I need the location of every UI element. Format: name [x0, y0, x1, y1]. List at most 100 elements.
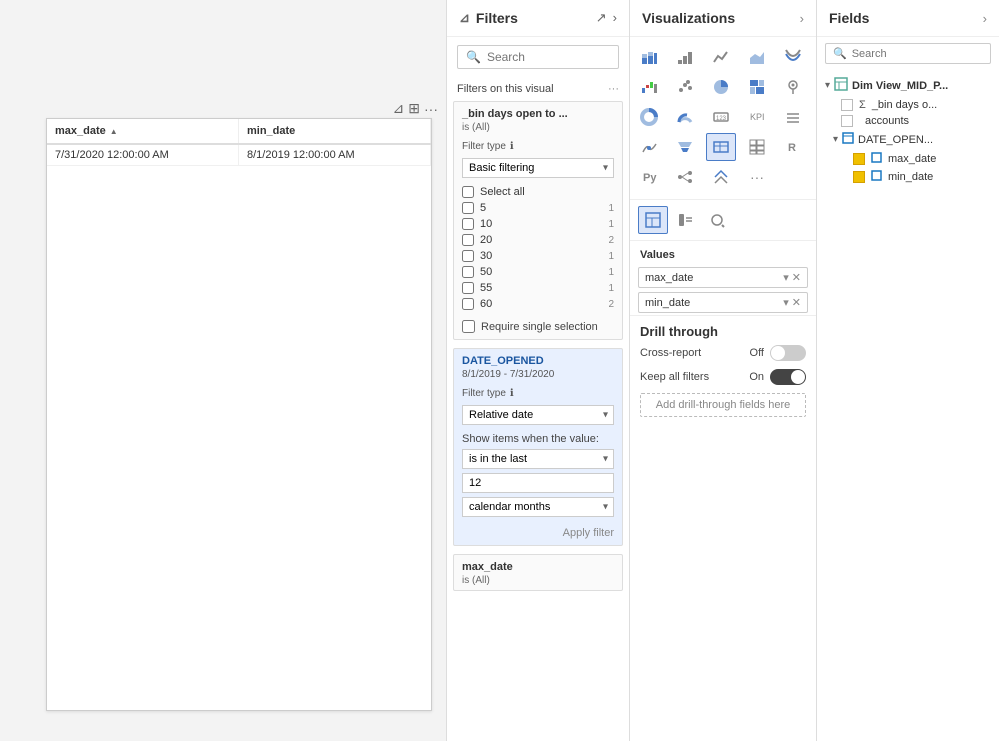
viz-icon-card[interactable]: 123	[706, 103, 736, 131]
viz-icon-slicer[interactable]	[778, 103, 808, 131]
viz-icon-bar-chart[interactable]	[670, 43, 700, 71]
filter-item-5[interactable]: 5 1	[462, 200, 614, 216]
field-label-bin-days: _bin days o...	[872, 99, 937, 111]
focus-icon[interactable]: ⊞	[408, 100, 420, 117]
item-5-checkbox[interactable]	[462, 202, 474, 214]
viz-expand-icon[interactable]: ›	[800, 11, 804, 26]
fields-search-box[interactable]: 🔍	[825, 43, 991, 64]
filters-search-input[interactable]	[487, 50, 610, 64]
filter-item-60[interactable]: 60 2	[462, 296, 614, 312]
fields-expand-icon[interactable]: ›	[983, 11, 987, 26]
viz-icon-gauge[interactable]	[670, 103, 700, 131]
filter-select-all[interactable]: Select all	[462, 184, 614, 200]
viz-icon-pie-chart[interactable]	[706, 73, 736, 101]
item-10-checkbox[interactable]	[462, 218, 474, 230]
filter-icon[interactable]: ⊿	[393, 100, 405, 117]
more-options-icon[interactable]: ···	[424, 101, 438, 117]
viz-icon-area-chart[interactable]	[742, 43, 772, 71]
field-item-max-date[interactable]: max_date	[817, 150, 999, 168]
field-checkbox-min-date[interactable]	[853, 171, 865, 183]
item-20-checkbox[interactable]	[462, 234, 474, 246]
filter-item-30[interactable]: 30 1	[462, 248, 614, 264]
viz-icon-filled-map[interactable]	[634, 133, 664, 161]
filter-condition1-dropdown[interactable]: is in the last is in the next is this	[462, 449, 614, 469]
field-label-min-date: min_date	[888, 171, 933, 183]
filter-value-input[interactable]	[462, 473, 614, 493]
filter-date-type-dropdown[interactable]: Relative date Basic filtering Advanced f…	[462, 405, 614, 425]
viz-icon-more[interactable]: ···	[742, 163, 772, 191]
cell-min-date: 8/1/2019 12:00:00 AM	[239, 145, 431, 165]
filter-type-dropdown[interactable]: Basic filtering Advanced filtering Top N…	[462, 158, 614, 178]
viz-icon-donut[interactable]	[634, 103, 664, 131]
keep-filters-toggle[interactable]	[770, 369, 806, 385]
filter-date-type-select-row[interactable]: Relative date Basic filtering Advanced f…	[462, 405, 614, 425]
filter-item-50[interactable]: 50 1	[462, 264, 614, 280]
filter-card-max-date: max_date is (All)	[453, 554, 623, 591]
filter-condition1-row[interactable]: is in the last is in the next is this	[462, 449, 614, 469]
viz-icon-map[interactable]	[778, 73, 808, 101]
viz-icon-stacked-bar[interactable]	[634, 43, 664, 71]
col-header-max-date: max_date ▲	[47, 119, 239, 143]
field-group-dim-view-header[interactable]: ▾ Dim View_MID_P...	[817, 74, 999, 97]
viz-icon-scatter[interactable]	[670, 73, 700, 101]
field-checkbox-bin-days[interactable]	[841, 99, 853, 111]
field-item-min-date[interactable]: min_date	[817, 168, 999, 186]
sigma-icon: Σ	[859, 99, 866, 111]
add-drill-through-field[interactable]: Add drill-through fields here	[640, 393, 806, 417]
search-icon: 🔍	[466, 50, 481, 64]
filters-on-ellipsis[interactable]: ···	[608, 83, 619, 95]
keep-filters-knob	[791, 370, 805, 384]
viz-format-icon[interactable]	[670, 206, 700, 234]
viz-icon-line-chart[interactable]	[706, 43, 736, 71]
field-remove-icon-2[interactable]: ✕	[792, 296, 801, 309]
viz-icon-table[interactable]	[706, 133, 736, 161]
viz-icon-treemap[interactable]	[742, 73, 772, 101]
filter-card-date-opened: DATE_OPENED 8/1/2019 - 7/31/2020 Filter …	[453, 348, 623, 546]
filter-type-select-row[interactable]: Basic filtering Advanced filtering Top N…	[462, 158, 614, 178]
field-item-bin-days[interactable]: Σ _bin days o...	[817, 97, 999, 113]
require-single-row[interactable]: Require single selection	[454, 314, 622, 339]
subgroup-date-open-label: DATE_OPEN...	[858, 134, 933, 146]
field-item-accounts[interactable]: accounts	[817, 113, 999, 129]
field-dropdown-icon[interactable]: ▾	[783, 271, 789, 284]
viz-icon-decomp-tree[interactable]	[670, 163, 700, 191]
viz-icon-waterfall[interactable]	[634, 73, 664, 101]
viz-icon-funnel[interactable]	[670, 133, 700, 161]
field-remove-icon[interactable]: ✕	[792, 271, 801, 284]
table-group-icon	[834, 77, 848, 94]
filter-item-55[interactable]: 55 1	[462, 280, 614, 296]
viz-icon-matrix[interactable]	[742, 133, 772, 161]
item-30-checkbox[interactable]	[462, 250, 474, 262]
apply-filter-button[interactable]: Apply filter	[563, 527, 614, 539]
viz-divider2	[630, 240, 816, 241]
hide-filters-icon[interactable]: ↗	[596, 10, 607, 26]
field-dropdown-icon-2[interactable]: ▾	[783, 296, 789, 309]
filter-item-10[interactable]: 10 1	[462, 216, 614, 232]
item-60-checkbox[interactable]	[462, 298, 474, 310]
require-single-checkbox[interactable]	[462, 320, 475, 333]
select-all-checkbox[interactable]	[462, 186, 474, 198]
filter-condition2-row[interactable]: calendar months days weeks years	[462, 497, 614, 517]
subgroup-date-open-header[interactable]: ▾ DATE_OPEN...	[817, 129, 999, 150]
filter-item-20[interactable]: 20 2	[462, 232, 614, 248]
cross-report-toggle[interactable]	[770, 345, 806, 361]
fields-search-input[interactable]	[852, 48, 983, 60]
field-checkbox-max-date[interactable]	[853, 153, 865, 165]
viz-icon-r-visual[interactable]: R	[778, 133, 808, 161]
keep-filters-state: On	[749, 371, 764, 383]
viz-analytics-icon[interactable]	[702, 206, 732, 234]
keep-filters-row: Keep all filters On	[640, 369, 806, 385]
viz-icon-python[interactable]: Py	[634, 163, 664, 191]
viz-icon-ribbon-chart[interactable]	[778, 43, 808, 71]
expand-filters-icon[interactable]: ›	[613, 10, 617, 26]
viz-icon-kpi[interactable]: KPI	[742, 103, 772, 131]
item-55-checkbox[interactable]	[462, 282, 474, 294]
fields-tree: ▾ Dim View_MID_P... Σ _bin days o... acc…	[817, 70, 999, 741]
filter-condition2-dropdown[interactable]: calendar months days weeks years	[462, 497, 614, 517]
viz-icon-key-influencers[interactable]	[706, 163, 736, 191]
field-checkbox-accounts[interactable]	[841, 115, 853, 127]
viz-field-min-date: min_date ▾ ✕	[638, 292, 808, 313]
item-50-checkbox[interactable]	[462, 266, 474, 278]
filters-search-box[interactable]: 🔍	[457, 45, 619, 69]
viz-fields-icon[interactable]	[638, 206, 668, 234]
